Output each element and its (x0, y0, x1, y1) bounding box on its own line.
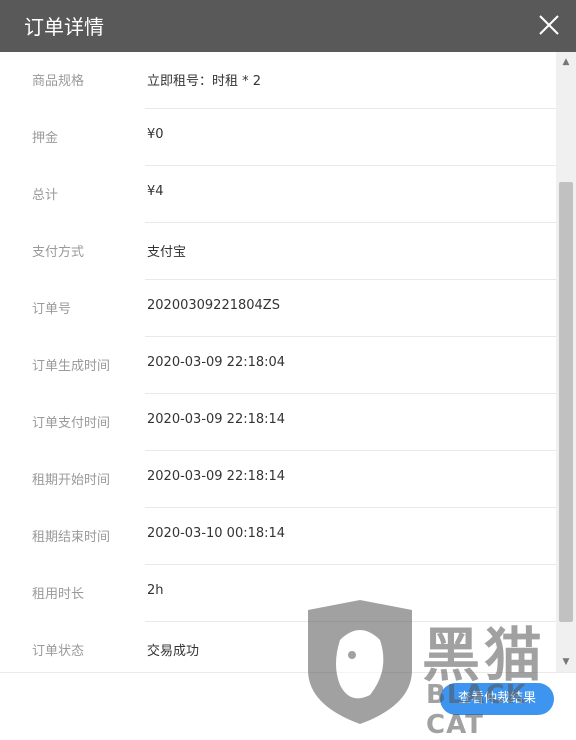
row-label: 租用时长 (32, 587, 85, 602)
row-label: 订单状态 (32, 644, 85, 659)
detail-row-paid-time: 订单支付时间 2020-03-09 22:18:14 (32, 394, 556, 451)
row-value: 2020-03-09 22:18:14 (147, 469, 286, 484)
row-label: 租期结束时间 (32, 530, 111, 545)
detail-row-payment-method: 支付方式 支付宝 (32, 223, 556, 280)
detail-row-lease-start: 租期开始时间 2020-03-09 22:18:14 (32, 451, 556, 508)
detail-row-spec: 商品规格 立即租号：时租 * 2 (32, 52, 556, 109)
row-label: 订单生成时间 (32, 359, 111, 374)
row-value: 2h (147, 583, 164, 598)
dialog-title: 订单详情 (24, 15, 104, 39)
row-label: 订单支付时间 (32, 416, 111, 431)
row-value: 立即租号：时租 * 2 (147, 74, 262, 89)
detail-row-order-status: 订单状态 交易成功 (32, 622, 556, 672)
row-label: 押金 (32, 131, 59, 146)
detail-row-duration: 租用时长 2h (32, 565, 556, 622)
row-label: 支付方式 (32, 245, 85, 260)
detail-row-created-time: 订单生成时间 2020-03-09 22:18:04 (32, 337, 556, 394)
close-button[interactable] (536, 12, 562, 38)
row-label: 租期开始时间 (32, 473, 111, 488)
row-label: 商品规格 (32, 74, 85, 89)
detail-row-deposit: 押金 ¥0 (32, 109, 556, 166)
dialog-header: 订单详情 (0, 0, 576, 52)
dialog-footer: 查看仲裁结果 (0, 672, 576, 725)
detail-row-order-number: 订单号 20200309221804ZS (32, 280, 556, 337)
vertical-scrollbar[interactable]: ▲ ▼ (556, 52, 576, 672)
row-value: 2020-03-09 22:18:04 (147, 355, 286, 370)
row-value: ¥4 (147, 184, 164, 199)
row-value: ¥0 (147, 127, 164, 142)
row-value: 交易成功 (147, 644, 200, 659)
detail-row-lease-end: 租期结束时间 2020-03-10 00:18:14 (32, 508, 556, 565)
scroll-down-arrow-icon[interactable]: ▼ (560, 656, 572, 668)
row-label: 总计 (32, 188, 59, 203)
order-detail-list: 商品规格 立即租号：时租 * 2 押金 ¥0 总计 ¥4 支付方式 支付宝 订单… (0, 52, 556, 672)
row-value: 支付宝 (147, 245, 187, 260)
view-arbitration-result-button[interactable]: 查看仲裁结果 (440, 683, 554, 715)
close-icon (539, 15, 559, 35)
row-value: 20200309221804ZS (147, 298, 280, 313)
scroll-up-arrow-icon[interactable]: ▲ (560, 56, 572, 68)
row-value: 2020-03-10 00:18:14 (147, 526, 286, 541)
detail-row-total: 总计 ¥4 (32, 166, 556, 223)
row-label: 订单号 (32, 302, 72, 317)
row-value: 2020-03-09 22:18:14 (147, 412, 286, 427)
scroll-thumb[interactable] (559, 182, 573, 622)
